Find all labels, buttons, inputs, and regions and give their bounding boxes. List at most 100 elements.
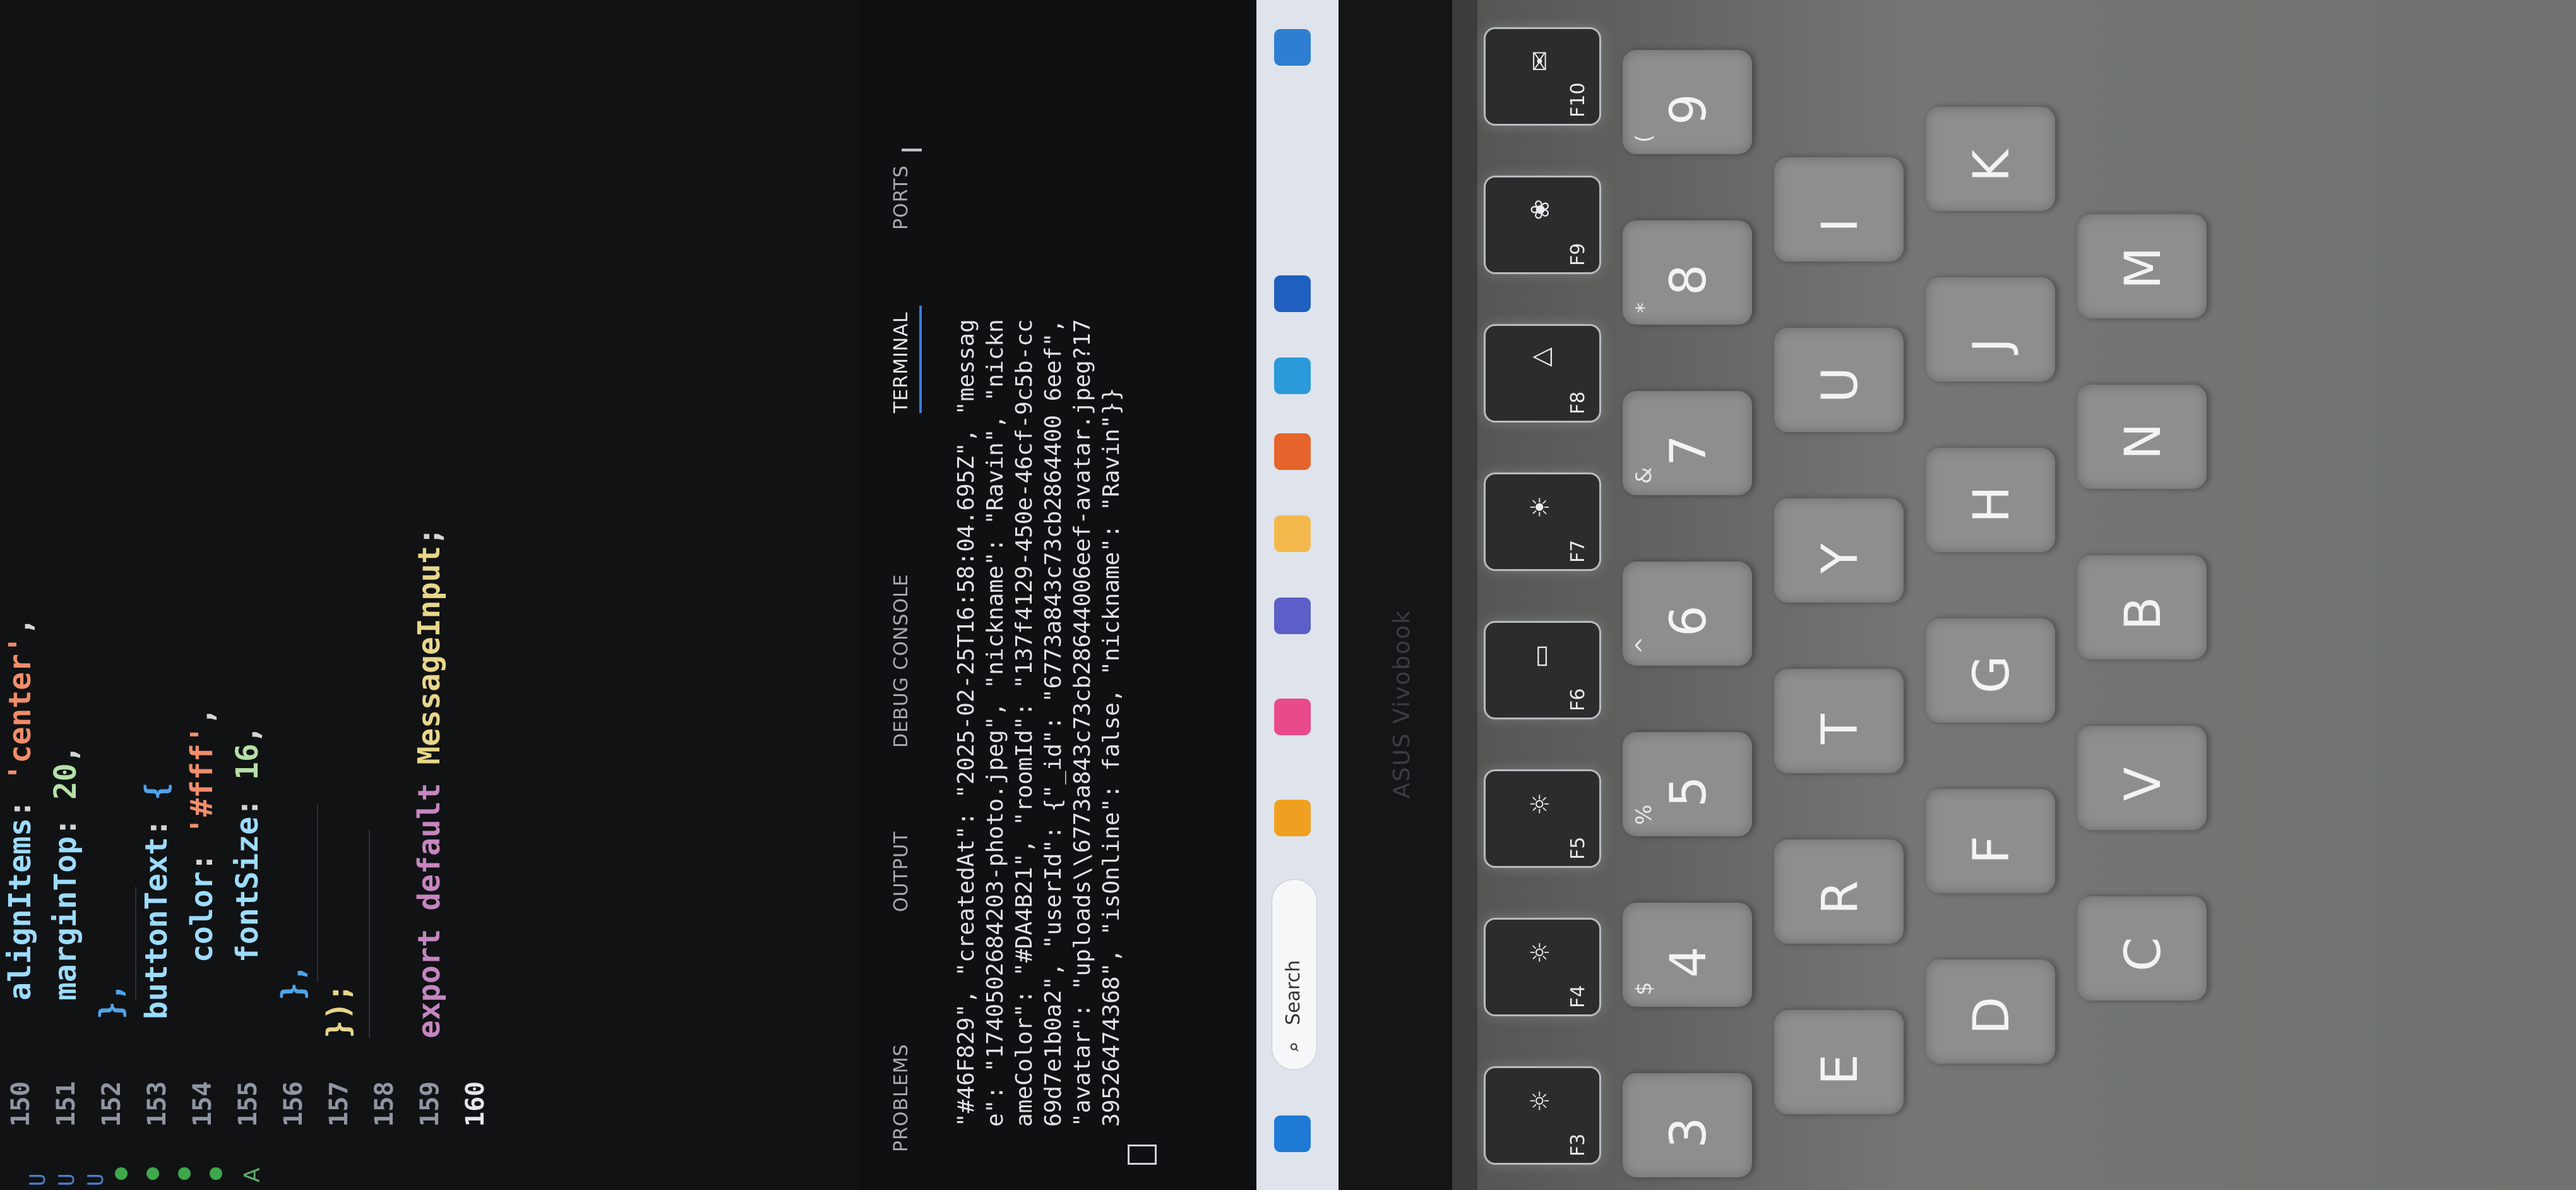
bottom_row-key[interactable]: C [2077,896,2207,1001]
number_row-key[interactable]: $4 [1623,903,1752,1007]
key-label: Y [1812,543,1869,574]
home_row-key[interactable]: G [1926,618,2055,723]
store-icon[interactable] [1274,275,1311,312]
key-label: C [2115,937,2172,971]
tab-debug-console[interactable]: DEBUG CONSOLE [890,574,912,748]
colon: : [3,781,38,819]
key-label: 5 [1661,776,1717,807]
top_row-key[interactable]: I [1774,157,1904,261]
number_row-key[interactable]: * 8 [1623,220,1752,325]
line-number: 152 [97,1081,126,1127]
semicolon: ; [412,527,447,546]
terminal-line: "avatar": "uploads\\6773a843c73cb2864400… [1070,319,1095,1127]
code-line[interactable]: export default MessageInput; [412,527,447,1038]
tab-output[interactable]: OUTPUT [890,831,912,912]
bottom_row-key[interactable]: M [2077,214,2207,318]
code-line[interactable]: alignItems: 'center', [3,617,38,1001]
firefox-icon[interactable] [1274,433,1311,470]
status-dot [115,1167,128,1180]
function-key-icon: △ [1526,347,1555,367]
terminal-line: 69d7e1b0a2", "userId": {"_id": "6773a843… [1041,319,1066,1127]
function-key-f9[interactable]: F9 ❀ [1484,176,1601,274]
top_row-key[interactable]: R [1774,839,1904,944]
bottom_row-key[interactable]: V [2077,726,2207,830]
bottom_row-key[interactable]: B [2077,555,2207,659]
top_row-key[interactable]: T [1774,669,1904,773]
function-key-f8[interactable]: F8 △ [1484,324,1601,423]
function-key-icon: ☼ [1526,793,1555,815]
number_row-key[interactable]: (9 [1623,50,1752,154]
key-label: N [2115,423,2172,460]
status-dot [178,1167,191,1180]
top_row-key[interactable]: Y [1774,498,1904,603]
home_row-key[interactable]: H [1926,448,2055,552]
key-label: 4 [1661,946,1717,978]
terminal-line: 39526474368", "isOnline": false, "nickna… [1099,387,1124,1127]
component-name: MessageInput [412,545,447,765]
edge-icon[interactable] [1274,358,1311,394]
code-line[interactable]: }, [93,983,129,1019]
brand-label: ASUS Vivobook [1389,609,1415,798]
terminal-cursor [1128,1145,1157,1165]
code-line[interactable]: buttonText: { [139,782,174,1019]
code-line[interactable]: }, [275,964,311,1001]
vscode-icon[interactable] [1274,29,1311,66]
search-box[interactable]: ⌕ Search [1272,879,1317,1070]
function-key-f5[interactable]: F5 ☼ [1484,769,1601,868]
gutter-marker: U [83,1173,109,1186]
function-key-icon: ▭ [1526,644,1555,668]
tab-problems[interactable]: PROBLEMS [890,1043,912,1152]
comma: , [184,707,220,726]
terminal-line: "#46F829", "createdAt": "2025-02-25T16:5… [953,319,979,1127]
number_row-key[interactable]: ^ 6 [1623,562,1752,666]
gutter-letter: A [240,1167,265,1182]
number_row-key[interactable]: 3 [1623,1073,1752,1177]
line-number: 156 [279,1081,308,1127]
line-number: 159 [415,1081,444,1127]
home_row-key[interactable]: J [1926,277,2055,382]
function-key-f4[interactable]: F4 ☼ [1484,918,1601,1016]
tab-ports[interactable]: PORTS [890,165,912,230]
code-line[interactable]: fontSize: 16, [230,725,265,963]
terminal-line: e": "1740502684203-photo.jpeg", "nicknam… [982,319,1008,1127]
tab-terminal[interactable]: TERMINAL [890,311,912,413]
key-label: D [1964,996,2020,1035]
top_row-key[interactable]: E [1774,1010,1904,1114]
key-label: K [1964,149,2020,182]
code-line[interactable]: color: '#fff', [184,707,220,963]
top_row-key[interactable]: U [1774,328,1904,432]
laptop-hinge [1452,0,1477,1190]
copilot-icon[interactable] [1274,699,1311,735]
function-key-f7[interactable]: F7 ☀ [1484,472,1601,571]
function-key-f10[interactable]: F10 ✉ [1484,27,1601,126]
key-shift-label: % [1631,804,1657,825]
code-editor[interactable]: U U U A 150 151 152 153 154 155 156 157 158 159 16… [0,0,859,1190]
comma: , [3,617,38,636]
key-label: V [2115,767,2172,801]
function-key-f6[interactable]: F6 ▭ [1484,621,1601,719]
home_row-key[interactable]: D [1926,959,2055,1064]
home_row-key[interactable]: F [1926,789,2055,893]
key-label: B [2115,596,2172,630]
key-label: U [1812,366,1869,403]
number_row-key[interactable]: % 5 [1623,732,1752,836]
number_row-key[interactable]: & 7 [1623,391,1752,495]
function-key-f3[interactable]: F3 ☼ [1484,1066,1601,1165]
windows-start-icon[interactable] [1274,1115,1311,1152]
function-key-label: F5 [1567,836,1589,860]
bottom_row-key[interactable]: N [2077,385,2207,489]
function-key-icon: ✉ [1526,51,1555,72]
string-value: 'center' [3,635,38,782]
file-explorer-icon[interactable] [1274,515,1311,552]
home_row-key[interactable]: K [1926,107,2055,211]
widgets-icon[interactable] [1274,800,1311,836]
status-dot [210,1167,222,1180]
function-key-icon: ☀ [1526,496,1555,519]
property-name: color [184,871,220,963]
terminal-line: ameColor": "#DA4B21", "roomId": "137f412… [1011,319,1037,1127]
key-label: T [1812,714,1869,744]
code-line[interactable]: marginTop: 20, [48,745,83,1001]
code-line[interactable]: }); [321,983,356,1038]
property-name: marginTop [48,836,83,1001]
teams-icon[interactable] [1274,598,1311,634]
